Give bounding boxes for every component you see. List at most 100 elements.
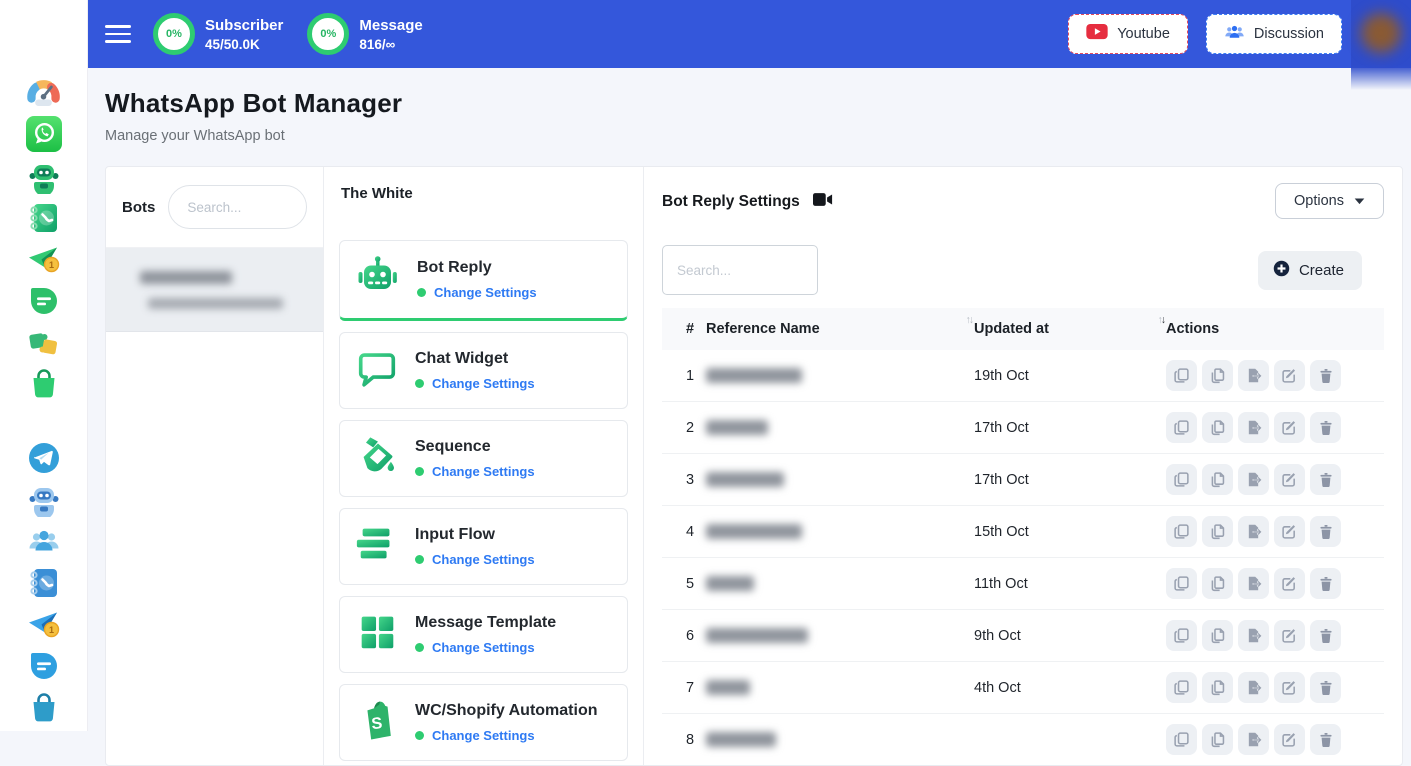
- bot-list-item-selected[interactable]: [106, 248, 323, 332]
- sidebar-item-whatsapp[interactable]: [25, 116, 62, 153]
- setting-card-bot-reply[interactable]: Bot Reply Change Settings: [339, 240, 628, 321]
- options-dropdown-button[interactable]: Options: [1275, 183, 1384, 219]
- trash-icon[interactable]: [1310, 360, 1341, 391]
- create-button[interactable]: Create: [1258, 251, 1362, 290]
- trash-icon[interactable]: [1310, 620, 1341, 651]
- trash-icon[interactable]: [1310, 516, 1341, 547]
- setting-card-chat-widget[interactable]: Chat Widget Change Settings: [339, 332, 628, 409]
- duplicate-icon[interactable]: [1202, 724, 1233, 755]
- export-icon[interactable]: [1238, 360, 1269, 391]
- reference-name-redacted: [706, 680, 750, 695]
- row-actions: [1166, 516, 1384, 547]
- copy-icon[interactable]: [1166, 620, 1197, 651]
- subscriber-stat: 0% Subscriber 45/50.0K: [153, 13, 283, 55]
- sidebar-item-whatsapp-shop[interactable]: [25, 366, 62, 403]
- profile-menu[interactable]: [1351, 0, 1411, 90]
- sort-icon[interactable]: ↑↓: [966, 314, 973, 326]
- setting-card-message-template[interactable]: Message Template Change Settings: [339, 596, 628, 673]
- row-actions: [1166, 724, 1384, 755]
- edit-icon[interactable]: [1274, 724, 1305, 755]
- sidebar-item-telegram-contacts[interactable]: [25, 564, 62, 601]
- duplicate-icon[interactable]: [1202, 516, 1233, 547]
- sidebar-item-telegram[interactable]: [25, 439, 62, 476]
- edit-icon[interactable]: [1274, 412, 1305, 443]
- video-camera-icon[interactable]: [813, 192, 833, 212]
- menu-toggle-icon[interactable]: [105, 25, 131, 43]
- sidebar-item-telegram-shop[interactable]: [25, 689, 62, 726]
- sidebar-item-whatsapp-contacts[interactable]: [25, 199, 62, 236]
- table-row: 3 17th Oct: [662, 454, 1384, 506]
- reference-name-redacted: [706, 472, 784, 487]
- updated-at-cell: 4th Oct: [974, 680, 1166, 696]
- col-reference-name[interactable]: Reference Name ↑↓: [706, 321, 974, 337]
- copy-icon[interactable]: [1166, 360, 1197, 391]
- setting-card-sequence[interactable]: Sequence Change Settings: [339, 420, 628, 497]
- message-value: 816/∞: [359, 37, 422, 52]
- message-stat: 0% Message 816/∞: [307, 13, 422, 55]
- export-icon[interactable]: [1238, 672, 1269, 703]
- sidebar-item-telegram-broadcast[interactable]: 1: [25, 606, 62, 643]
- edit-icon[interactable]: [1274, 620, 1305, 651]
- sidebar-item-whatsapp-chat[interactable]: [25, 283, 62, 320]
- sort-icon-active[interactable]: ↑↓: [1158, 314, 1165, 326]
- col-num: #: [662, 321, 706, 337]
- replies-search-input[interactable]: [662, 245, 818, 295]
- duplicate-icon[interactable]: [1202, 412, 1233, 443]
- edit-icon[interactable]: [1274, 568, 1305, 599]
- sidebar-item-telegram-group[interactable]: [25, 523, 62, 560]
- trash-icon[interactable]: [1310, 724, 1341, 755]
- edit-icon[interactable]: [1274, 464, 1305, 495]
- copy-icon[interactable]: [1166, 568, 1197, 599]
- duplicate-icon[interactable]: [1202, 672, 1233, 703]
- change-settings-link[interactable]: Change Settings: [432, 464, 535, 479]
- trash-icon[interactable]: [1310, 412, 1341, 443]
- edit-icon[interactable]: [1274, 672, 1305, 703]
- export-icon[interactable]: [1238, 464, 1269, 495]
- export-icon[interactable]: [1238, 620, 1269, 651]
- table-row: 7 4th Oct: [662, 662, 1384, 714]
- dashboard-gauge-icon[interactable]: [25, 74, 62, 111]
- export-icon[interactable]: [1238, 412, 1269, 443]
- sidebar-item-whatsapp-integrations[interactable]: [25, 324, 62, 361]
- change-settings-link[interactable]: Change Settings: [434, 285, 537, 300]
- chevron-down-icon: [1354, 193, 1365, 209]
- copy-icon[interactable]: [1166, 464, 1197, 495]
- discussion-users-icon: [1224, 24, 1245, 44]
- status-dot: [415, 467, 424, 476]
- setting-card-wc-shopify[interactable]: S WC/Shopify Automation Change Settings: [339, 684, 628, 761]
- bots-search-input[interactable]: [168, 185, 307, 229]
- trash-icon[interactable]: [1310, 464, 1341, 495]
- change-settings-link[interactable]: Change Settings: [432, 728, 535, 743]
- change-settings-link[interactable]: Change Settings: [432, 552, 535, 567]
- duplicate-icon[interactable]: [1202, 568, 1233, 599]
- duplicate-icon[interactable]: [1202, 620, 1233, 651]
- edit-icon[interactable]: [1274, 516, 1305, 547]
- sidebar-item-telegram-chat[interactable]: [25, 648, 62, 685]
- duplicate-icon[interactable]: [1202, 464, 1233, 495]
- export-icon[interactable]: [1238, 724, 1269, 755]
- col-updated-at[interactable]: Updated at ↑↓: [974, 321, 1166, 337]
- setting-card-input-flow[interactable]: Input Flow Change Settings: [339, 508, 628, 585]
- export-icon[interactable]: [1238, 516, 1269, 547]
- sidebar-item-telegram-bot[interactable]: [25, 481, 62, 518]
- trash-icon[interactable]: [1310, 568, 1341, 599]
- reference-name-redacted: [706, 732, 776, 747]
- edit-icon[interactable]: [1274, 360, 1305, 391]
- copy-icon[interactable]: [1166, 724, 1197, 755]
- sidebar-item-whatsapp-bot[interactable]: [25, 158, 62, 195]
- discussion-button[interactable]: Discussion: [1206, 14, 1342, 54]
- export-icon[interactable]: [1238, 568, 1269, 599]
- duplicate-icon[interactable]: [1202, 360, 1233, 391]
- copy-icon[interactable]: [1166, 412, 1197, 443]
- change-settings-link[interactable]: Change Settings: [432, 640, 535, 655]
- copy-icon[interactable]: [1166, 516, 1197, 547]
- row-number: 5: [662, 576, 706, 592]
- youtube-button[interactable]: Youtube: [1068, 14, 1188, 54]
- row-number: 2: [662, 420, 706, 436]
- trash-icon[interactable]: [1310, 672, 1341, 703]
- sidebar-item-whatsapp-broadcast[interactable]: 1: [25, 241, 62, 278]
- copy-icon[interactable]: [1166, 672, 1197, 703]
- app-sidebar: 1: [0, 0, 88, 731]
- avatar[interactable]: [1361, 13, 1401, 53]
- change-settings-link[interactable]: Change Settings: [432, 376, 535, 391]
